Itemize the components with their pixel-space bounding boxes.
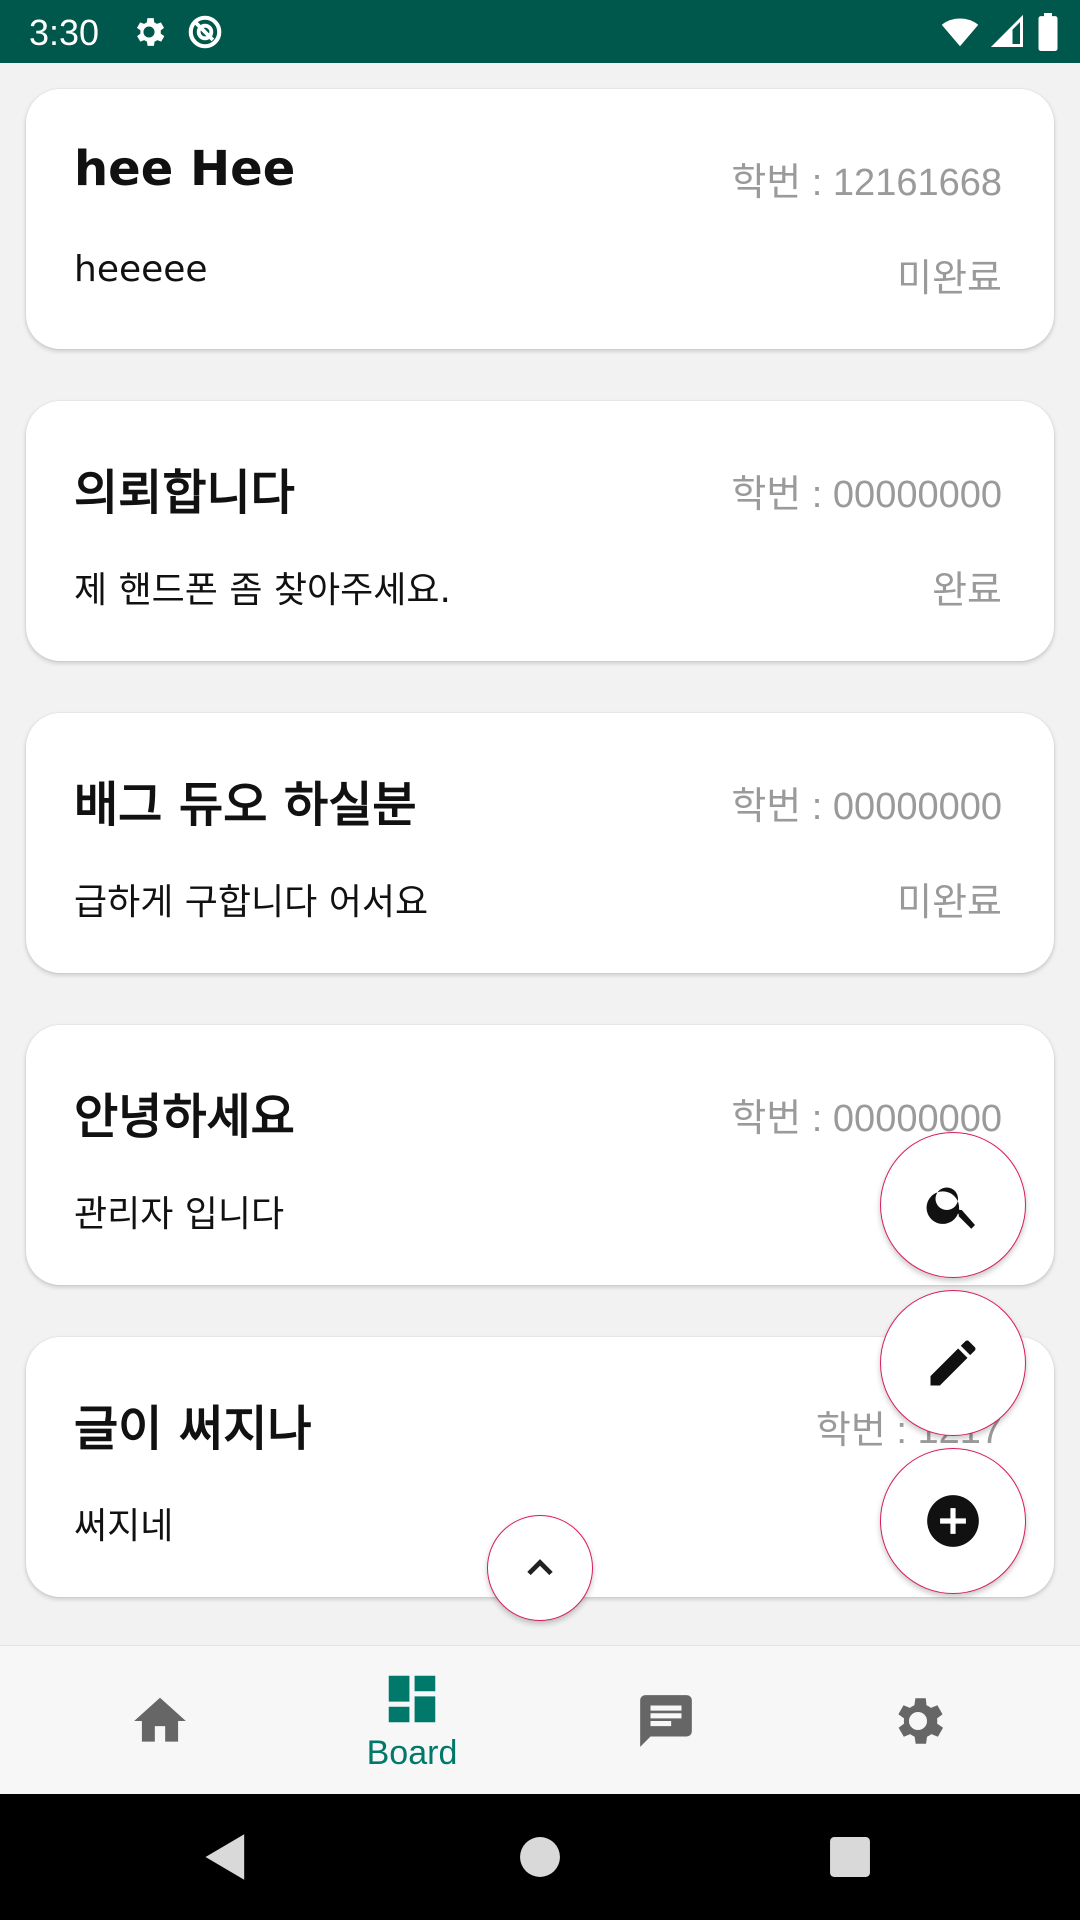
cellular-signal-icon — [990, 14, 1023, 47]
post-body: 관리자 입니다 — [74, 1194, 285, 1235]
nav-item-board[interactable]: Board — [286, 1646, 538, 1795]
status-bar: 3:30 — [0, 0, 1080, 63]
post-body: heeeee — [74, 249, 208, 290]
post-title: 안녕하세요 — [74, 1089, 295, 1145]
post-card[interactable]: 의뢰합니다 학번 : 00000000 제 핸드폰 좀 찾아주세요. 완료 — [26, 401, 1054, 661]
home-icon — [134, 1697, 186, 1742]
back-triangle-icon — [205, 1834, 245, 1880]
dashboard-icon — [388, 1675, 436, 1723]
post-title: 의뢰합니다 — [74, 465, 295, 521]
home-circle-icon — [520, 1837, 560, 1877]
bottom-navigation: Board — [0, 1645, 1080, 1794]
post-student-id: 학번 : 00000000 — [731, 786, 1002, 828]
system-recents-button[interactable] — [814, 1794, 886, 1920]
pencil-icon — [930, 1340, 976, 1386]
post-card[interactable]: 배그 듀오 하실분 학번 : 00000000 급하게 구합니다 어서요 미완료 — [26, 713, 1054, 973]
recents-square-icon — [830, 1837, 870, 1877]
battery-icon — [1038, 13, 1058, 51]
post-title: hee Hee — [74, 141, 296, 197]
search-fab-button[interactable] — [880, 1132, 1026, 1278]
system-home-button[interactable] — [504, 1794, 576, 1920]
status-icons — [940, 13, 1060, 51]
wifi-icon — [941, 18, 979, 47]
status-time: 3:30 — [29, 12, 100, 53]
settings-gear-icon — [136, 18, 165, 46]
search-icon — [926, 1187, 975, 1229]
post-body: 제 핸드폰 좀 찾아주세요. — [74, 570, 451, 611]
post-body: 써지네 — [74, 1506, 174, 1547]
post-student-id: 학번 : 12161668 — [731, 162, 1002, 204]
post-status: 미완료 — [897, 880, 1002, 924]
nav-item-settings[interactable] — [792, 1646, 1044, 1795]
nav-item-board-label: Board — [366, 1734, 458, 1772]
sync-disabled-icon — [188, 15, 222, 49]
post-status: 미완료 — [897, 256, 1002, 300]
post-card[interactable]: hee Hee 학번 : 12161668 heeeee 미완료 — [26, 89, 1054, 349]
add-fab-button[interactable] — [880, 1448, 1026, 1594]
nav-item-chat[interactable] — [540, 1646, 792, 1795]
nav-item-home[interactable] — [34, 1646, 286, 1795]
scroll-to-top-button[interactable] — [487, 1515, 593, 1621]
system-back-button[interactable] — [190, 1794, 262, 1920]
chevron-up-icon — [527, 1559, 553, 1576]
write-post-fab-button[interactable] — [880, 1290, 1026, 1436]
gear-icon — [898, 1697, 944, 1744]
post-title: 글이 써지나 — [74, 1401, 312, 1457]
post-title: 배그 듀오 하실분 — [74, 777, 417, 833]
post-student-id: 학번 : 00000000 — [731, 474, 1002, 516]
add-circle-icon — [927, 1495, 979, 1547]
system-navigation-bar — [0, 1794, 1080, 1920]
post-status: 완료 — [932, 568, 1002, 612]
chat-icon — [640, 1694, 692, 1747]
post-body: 급하게 구합니다 어서요 — [74, 882, 429, 923]
